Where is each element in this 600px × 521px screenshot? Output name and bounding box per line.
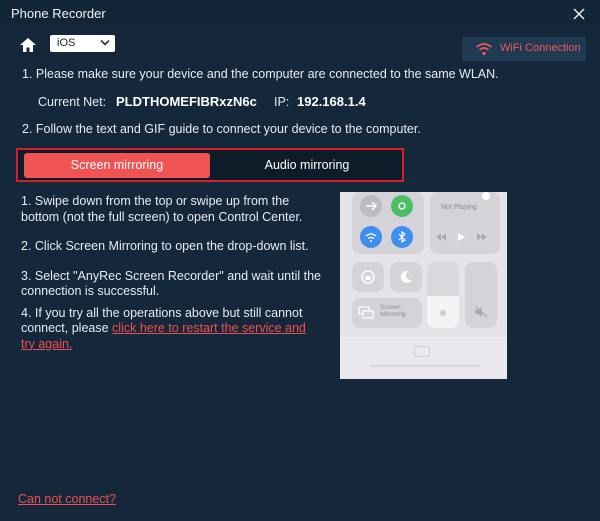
wifi-toggle-icon	[360, 226, 382, 248]
guide-step2: 2. Click Screen Mirroring to open the dr…	[21, 239, 309, 253]
instruction-step1: 1. Please make sure your device and the …	[22, 67, 499, 81]
mirroring-tabs: Screen mirroring Audio mirroring	[16, 148, 404, 182]
bluetooth-icon	[391, 226, 413, 248]
screen-mirroring-label: Screen Mirroring	[380, 304, 406, 318]
ip-label: IP:	[274, 95, 290, 109]
guide-step4: 4. If you try all the operations above b…	[21, 306, 321, 353]
music-controls	[432, 230, 494, 242]
window-title: Phone Recorder	[11, 6, 106, 21]
tab-screen-mirroring[interactable]: Screen mirroring	[24, 153, 210, 178]
cellular-icon	[391, 195, 413, 217]
cannot-connect-link[interactable]: Can not connect?	[18, 492, 116, 506]
current-net-value: PLDTHOMEFIBRxzN6c	[116, 94, 257, 109]
airplane-icon	[360, 195, 382, 217]
blurred-overlay	[340, 337, 507, 379]
wifi-connection-button[interactable]: WiFi Connection	[462, 37, 586, 61]
instruction-step2: 2. Follow the text and GIF guide to conn…	[22, 122, 421, 136]
device-select[interactable]: iOS	[50, 35, 115, 52]
wifi-connection-label: WiFi Connection	[500, 42, 581, 54]
moon-tile	[390, 262, 422, 292]
current-net-label: Current Net:	[38, 95, 107, 109]
tab-audio-mirroring[interactable]: Audio mirroring	[214, 153, 400, 178]
guide-step1: 1. Swipe down from the top or swipe up f…	[21, 194, 303, 224]
airplay-icon	[482, 192, 490, 200]
control-center-guide-image: Not Playing Screen Mirroring	[340, 192, 507, 379]
device-select-value: iOS	[57, 37, 76, 49]
close-icon[interactable]	[570, 5, 588, 23]
volume-slider	[465, 262, 497, 328]
now-playing-label: Not Playing	[441, 204, 477, 211]
chevron-down-icon	[100, 39, 110, 46]
screen-mirroring-tile: Screen Mirroring	[352, 298, 422, 328]
guide-steps: 1. Swipe down from the top or swipe up f…	[21, 194, 321, 352]
guide-step3: 3. Select "AnyRec Screen Recorder" and w…	[21, 268, 321, 299]
title-bar: Phone Recorder	[0, 0, 600, 28]
music-tile	[430, 192, 500, 254]
brightness-slider	[427, 262, 459, 328]
wifi-icon	[476, 43, 492, 56]
ip-value: 192.168.1.4	[297, 94, 366, 109]
home-icon[interactable]	[18, 36, 38, 54]
rotation-lock-tile	[352, 262, 384, 292]
